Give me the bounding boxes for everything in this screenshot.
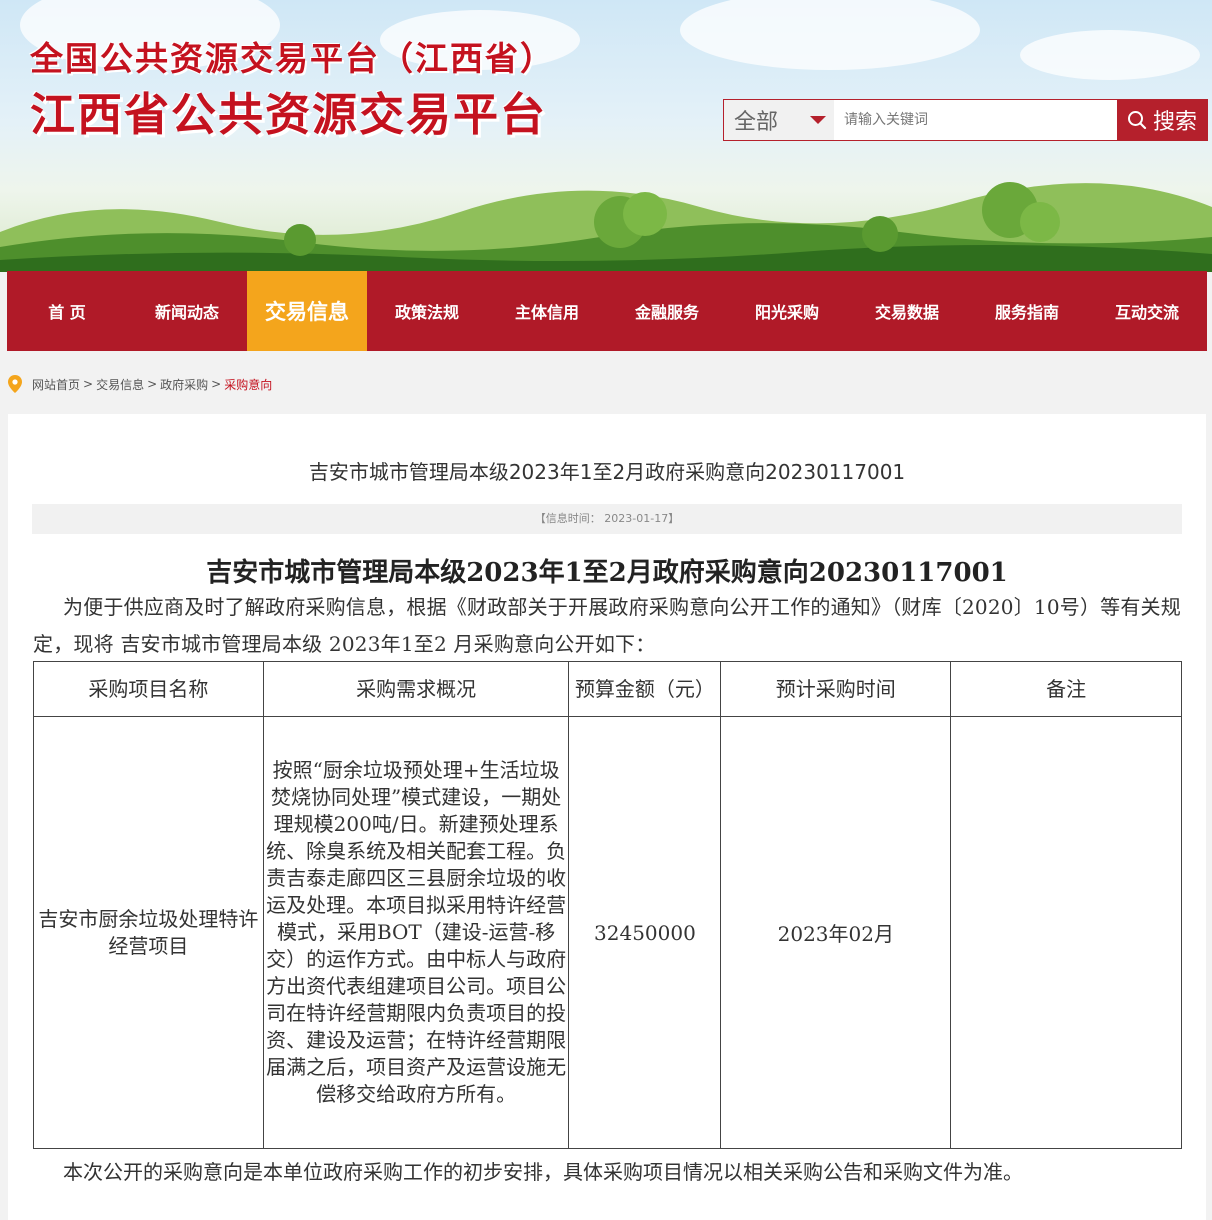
budget-cell: 32450000 <box>568 716 722 1149</box>
breadcrumb: 网站首页 > 交易信息 > 政府采购 > 采购意向 <box>8 373 272 395</box>
requirement-cell: 按照“厨余垃圾预处理+生活垃圾焚烧协同处理”模式建设，一期处理规模200吨/日。… <box>262 716 570 1149</box>
breadcrumb-separator: > <box>147 377 158 391</box>
nav-item-credit[interactable]: 主体信用 <box>487 271 607 351</box>
column-header: 备注 <box>950 661 1182 717</box>
nav-item-interaction[interactable]: 互动交流 <box>1087 271 1207 351</box>
remark-cell <box>950 716 1182 1149</box>
breadcrumb-trade-info[interactable]: 交易信息 <box>96 376 144 393</box>
table-header-row: 采购项目名称 采购需求概况 预算金额（元） 预计采购时间 备注 <box>33 661 1182 717</box>
search-input[interactable] <box>834 100 1117 140</box>
nav-item-news[interactable]: 新闻动态 <box>127 271 247 351</box>
nav-item-sunshine-procurement[interactable]: 阳光采购 <box>727 271 847 351</box>
search-button[interactable]: 搜索 <box>1117 100 1207 140</box>
chevron-down-icon <box>810 116 826 124</box>
nav-item-policy[interactable]: 政策法规 <box>367 271 487 351</box>
nav-item-finance[interactable]: 金融服务 <box>607 271 727 351</box>
intro-paragraph: 为便于供应商及时了解政府采购信息，根据《财政部关于开展政府采购意向公开工作的通知… <box>33 595 1181 656</box>
info-time: 【信息时间： 2023-01-17】 <box>32 504 1182 534</box>
logo-line2: 江西省公共资源交易平台 <box>30 88 548 141</box>
table-row: 吉安市厨余垃圾处理特许经营项目 按照“厨余垃圾预处理+生活垃圾焚烧协同处理”模式… <box>33 716 1182 1149</box>
footer-paragraph: 本次公开的采购意向是本单位政府采购工作的初步安排，具体采购项目情况以相关采购公告… <box>63 1160 1023 1184</box>
nav-item-trade-info[interactable]: 交易信息 <box>247 271 367 351</box>
purchase-time-cell: 2023年02月 <box>720 716 952 1149</box>
search-category-select[interactable]: 全部 <box>724 100 834 140</box>
column-header: 采购项目名称 <box>33 661 264 717</box>
project-name-cell: 吉安市厨余垃圾处理特许经营项目 <box>33 716 264 1149</box>
breadcrumb-current[interactable]: 采购意向 <box>224 376 272 393</box>
article-title: 吉安市城市管理局本级2023年1至2月政府采购意向20230117001 <box>308 460 906 484</box>
article-container: 吉安市城市管理局本级2023年1至2月政府采购意向20230117001 【信息… <box>8 414 1206 1220</box>
location-pin-icon <box>8 375 22 393</box>
hills-illustration <box>0 182 1212 272</box>
document-title: 吉安市城市管理局本级2023年1至2月政府采购意向20230117001 <box>206 558 1008 588</box>
nav-item-service-guide[interactable]: 服务指南 <box>967 271 1087 351</box>
nav-item-trade-data[interactable]: 交易数据 <box>847 271 967 351</box>
breadcrumb-separator: > <box>211 377 222 391</box>
header-banner: 全国公共资源交易平台（江西省） 江西省公共资源交易平台 全部 搜索 <box>0 0 1212 272</box>
main-nav: 首 页 新闻动态 交易信息 政策法规 主体信用 金融服务 阳光采购 交易数据 服… <box>7 271 1207 351</box>
search-category-value: 全部 <box>734 110 779 135</box>
procurement-table: 采购项目名称 采购需求概况 预算金额（元） 预计采购时间 备注 吉安市厨余垃圾处… <box>33 661 1182 1149</box>
breadcrumb-separator: > <box>83 377 94 391</box>
column-header: 采购需求概况 <box>262 661 570 717</box>
nav-item-home[interactable]: 首 页 <box>7 271 127 351</box>
search-icon <box>1127 111 1147 130</box>
search-bar: 全部 搜索 <box>723 99 1208 141</box>
search-button-label: 搜索 <box>1152 110 1197 135</box>
breadcrumb-home[interactable]: 网站首页 <box>32 376 80 393</box>
column-header: 预计采购时间 <box>720 661 952 717</box>
logo-line1: 全国公共资源交易平台（江西省） <box>30 39 555 78</box>
breadcrumb-gov-procurement[interactable]: 政府采购 <box>160 376 208 393</box>
column-header: 预算金额（元） <box>568 661 722 717</box>
